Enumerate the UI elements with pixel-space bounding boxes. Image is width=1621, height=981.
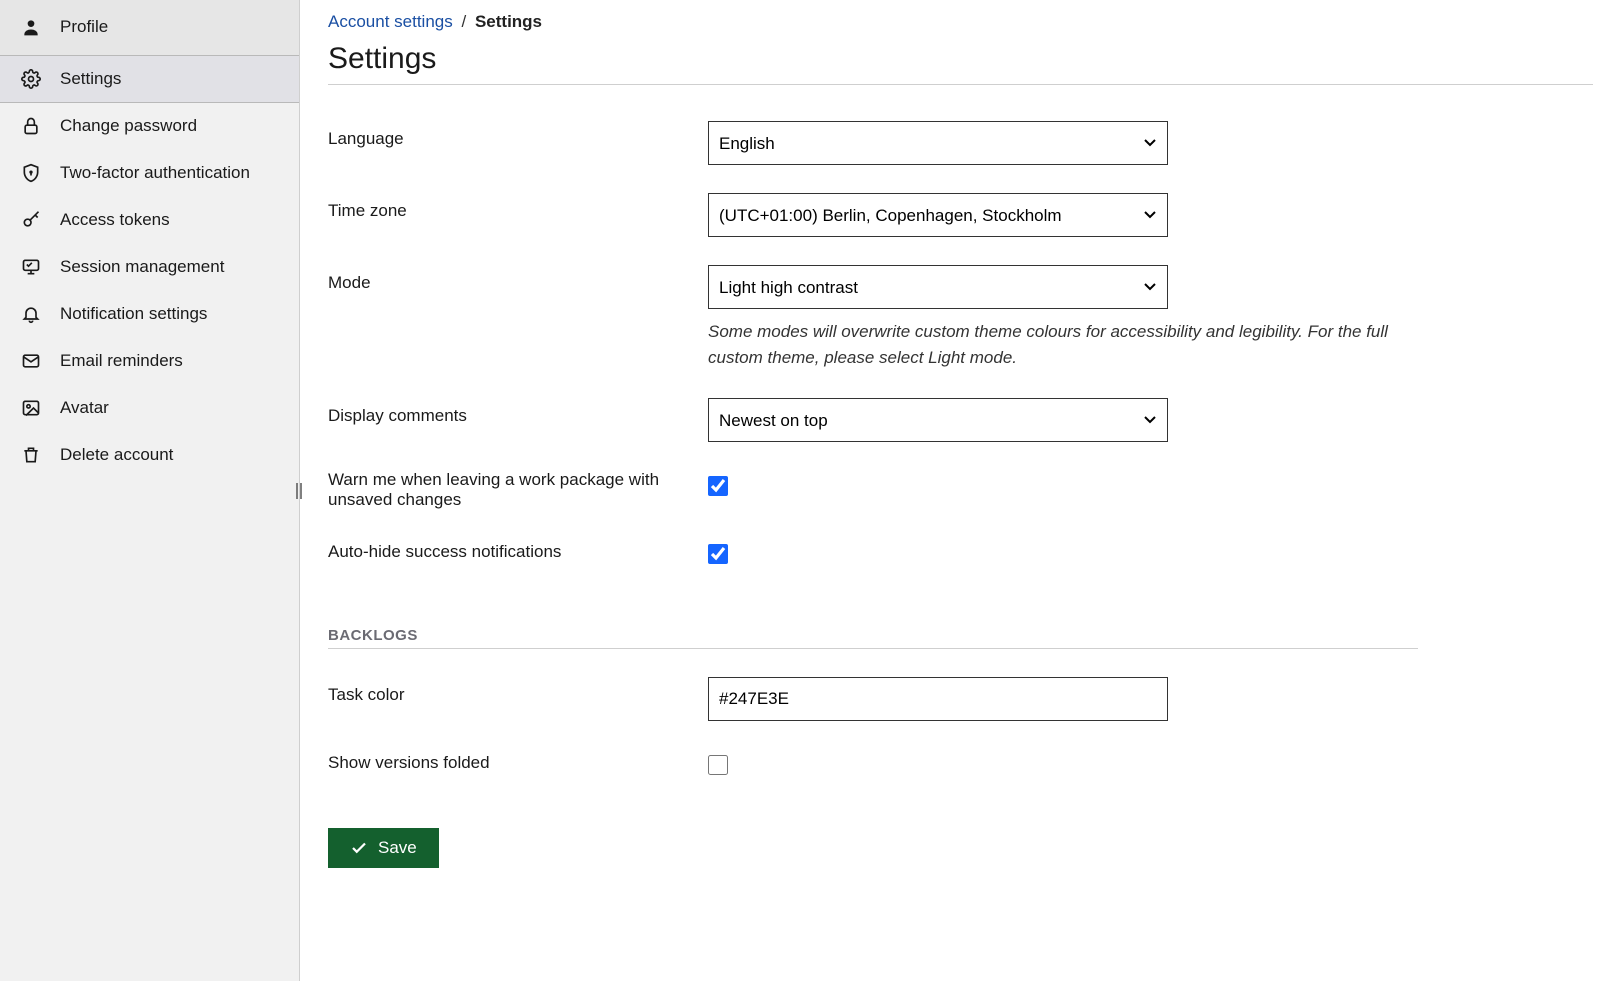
show-versions-folded-label: Show versions folded	[328, 749, 688, 773]
user-icon	[20, 16, 42, 38]
warn-unsaved-checkbox[interactable]	[708, 476, 728, 496]
trash-icon	[20, 444, 42, 466]
sidebar-item-label: Notification settings	[60, 304, 207, 324]
timezone-label: Time zone	[328, 193, 688, 221]
bell-icon	[20, 303, 42, 325]
mode-label: Mode	[328, 265, 688, 293]
sidebar-item-delete-account[interactable]: Delete account	[0, 432, 299, 479]
backlogs-section: BACKLOGS	[328, 627, 1418, 649]
mode-select[interactable]: Light high contrast	[708, 265, 1168, 309]
breadcrumb-separator: /	[461, 12, 466, 31]
sidebar-item-notification-settings[interactable]: Notification settings	[0, 291, 299, 338]
auto-hide-label: Auto-hide success notifications	[328, 538, 688, 562]
sidebar-item-label: Avatar	[60, 398, 109, 418]
gear-icon	[20, 68, 42, 90]
display-comments-label: Display comments	[328, 398, 688, 426]
mode-hint: Some modes will overwrite custom theme c…	[708, 319, 1418, 370]
shield-icon	[20, 162, 42, 184]
save-button[interactable]: Save	[328, 828, 439, 868]
sidebar-item-session-management[interactable]: Session management	[0, 244, 299, 291]
sidebar-item-profile[interactable]: Profile	[0, 0, 299, 55]
sidebar-item-label: Change password	[60, 116, 197, 136]
save-button-label: Save	[378, 838, 417, 858]
auto-hide-checkbox[interactable]	[708, 544, 728, 564]
sidebar-resize-handle[interactable]	[293, 476, 305, 506]
sidebar-item-settings[interactable]: Settings	[0, 55, 299, 103]
language-label: Language	[328, 121, 688, 149]
sidebar-item-email-reminders[interactable]: Email reminders	[0, 338, 299, 385]
sidebar: Profile Settings Change password Two-fac…	[0, 0, 300, 981]
timezone-select[interactable]: (UTC+01:00) Berlin, Copenhagen, Stockhol…	[708, 193, 1168, 237]
title-divider	[328, 84, 1593, 85]
image-icon	[20, 397, 42, 419]
sidebar-item-label: Delete account	[60, 445, 173, 465]
warn-unsaved-label: Warn me when leaving a work package with…	[328, 470, 688, 510]
breadcrumb-parent-link[interactable]: Account settings	[328, 12, 453, 31]
sidebar-item-label: Email reminders	[60, 351, 183, 371]
main-content: Account settings / Settings Settings Lan…	[300, 0, 1621, 981]
backlogs-heading: BACKLOGS	[328, 627, 1418, 644]
sidebar-item-label: Settings	[60, 69, 121, 89]
show-versions-folded-checkbox[interactable]	[708, 755, 728, 775]
sidebar-item-label: Session management	[60, 257, 224, 277]
breadcrumb-current: Settings	[475, 12, 542, 31]
lock-icon	[20, 115, 42, 137]
display-comments-select[interactable]: Newest on top	[708, 398, 1168, 442]
task-color-label: Task color	[328, 677, 688, 705]
breadcrumb: Account settings / Settings	[328, 12, 1593, 32]
check-icon	[350, 839, 368, 857]
page-title: Settings	[328, 42, 1593, 76]
sidebar-item-change-password[interactable]: Change password	[0, 103, 299, 150]
sidebar-item-label: Profile	[60, 17, 108, 37]
sidebar-item-label: Two-factor authentication	[60, 163, 250, 183]
mail-icon	[20, 350, 42, 372]
sidebar-item-two-factor[interactable]: Two-factor authentication	[0, 150, 299, 197]
monitor-icon	[20, 256, 42, 278]
task-color-input[interactable]	[708, 677, 1168, 721]
sidebar-item-access-tokens[interactable]: Access tokens	[0, 197, 299, 244]
sidebar-item-label: Access tokens	[60, 210, 170, 230]
language-select[interactable]: English	[708, 121, 1168, 165]
sidebar-item-avatar[interactable]: Avatar	[0, 385, 299, 432]
key-icon	[20, 209, 42, 231]
